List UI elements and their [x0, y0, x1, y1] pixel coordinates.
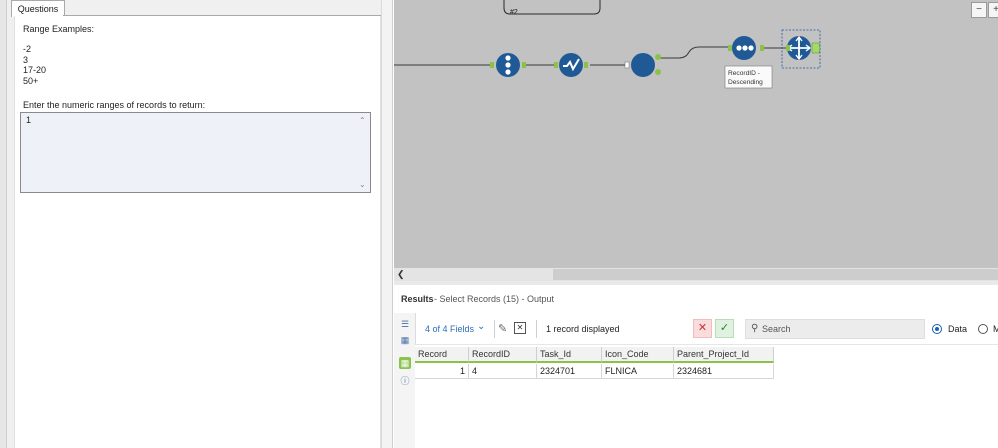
range-example: 50+ [23, 76, 39, 86]
zoom-out-button[interactable]: − [971, 2, 987, 18]
search-icon: ⚲ [751, 323, 759, 334]
tab-questions[interactable]: Questions [11, 0, 65, 17]
records-status: 1 record displayed [546, 324, 620, 334]
questions-panel [14, 16, 381, 448]
range-examples-title: Range Examples: [23, 24, 95, 34]
range-input-prompt: Enter the numeric ranges of records to r… [23, 100, 206, 110]
table-cell[interactable]: 2324681 [674, 364, 774, 379]
connection-line [503, 0, 601, 15]
scrollbar-thumb[interactable] [553, 269, 998, 280]
column-header-icon-code[interactable]: Icon_Code [602, 347, 674, 363]
range-example: 17-20 [23, 65, 47, 75]
edit-icon[interactable]: ✎ [498, 322, 507, 335]
annotation-line: Descending [728, 79, 763, 86]
results-subtitle: - Select Records (15) - Output [434, 294, 555, 304]
scroll-down-icon[interactable]: ⌄ [359, 180, 366, 189]
data-view-label: Data [948, 324, 968, 334]
search-input[interactable] [762, 320, 920, 337]
sample-tool-icon[interactable] [554, 53, 588, 77]
table-view-icon[interactable]: ▦ [399, 334, 411, 346]
workflow-diagram: #2 RecordID - Descending [394, 0, 821, 89]
metadata-view-label: M [993, 324, 998, 334]
record-id-tool-icon[interactable] [728, 36, 764, 60]
column-header-record[interactable]: Record [415, 347, 469, 363]
scroll-up-icon[interactable]: ⌃ [359, 116, 366, 125]
data-view-icon[interactable]: ▦ [399, 357, 411, 369]
table-cell[interactable]: FLNICA [602, 364, 674, 379]
chevron-down-icon[interactable]: ⌄ [477, 321, 485, 332]
apply-button[interactable]: ✓ [715, 319, 734, 338]
zoom-in-button[interactable]: + [988, 2, 998, 18]
range-input-value[interactable]: 1 [26, 115, 31, 125]
column-header-recordid[interactable]: RecordID [469, 347, 537, 363]
results-title: Results [401, 294, 434, 304]
column-header-parent-project-id[interactable]: Parent_Project_Id [674, 347, 774, 363]
workflow-canvas[interactable]: #2 RecordID - Descending [394, 0, 998, 268]
toolbar-divider [494, 320, 495, 338]
radio-selected-dot [935, 327, 939, 331]
scroll-left-icon[interactable]: ❮ [397, 268, 405, 281]
connection-label: #2 [510, 9, 518, 16]
list-view-icon[interactable]: ☰ [399, 318, 411, 330]
clear-icon[interactable]: ✕ [514, 322, 526, 334]
pane-splitter[interactable] [381, 0, 393, 448]
select-tool-icon[interactable] [786, 35, 821, 61]
metadata-view-radio[interactable] [978, 324, 988, 334]
range-example: 3 [23, 55, 29, 65]
table-cell[interactable]: 4 [469, 364, 537, 379]
help-icon[interactable]: ⓘ [399, 375, 411, 387]
table-cell[interactable]: 1 [415, 364, 469, 379]
range-input[interactable] [20, 112, 371, 193]
cancel-button[interactable]: ✕ [693, 319, 712, 338]
connection-line [660, 46, 728, 59]
sort-tool-icon[interactable] [490, 53, 526, 77]
toolbar-divider [536, 320, 537, 338]
config-pane-edge [0, 0, 7, 448]
table-cell[interactable]: 2324701 [537, 364, 602, 379]
column-header-task-id[interactable]: Task_Id [537, 347, 602, 363]
annotation-line: RecordID - [728, 70, 760, 77]
fields-selector-button[interactable]: 4 of 4 Fields [425, 324, 474, 334]
filter-tool-icon[interactable] [624, 53, 661, 77]
range-example: -2 [23, 44, 32, 54]
